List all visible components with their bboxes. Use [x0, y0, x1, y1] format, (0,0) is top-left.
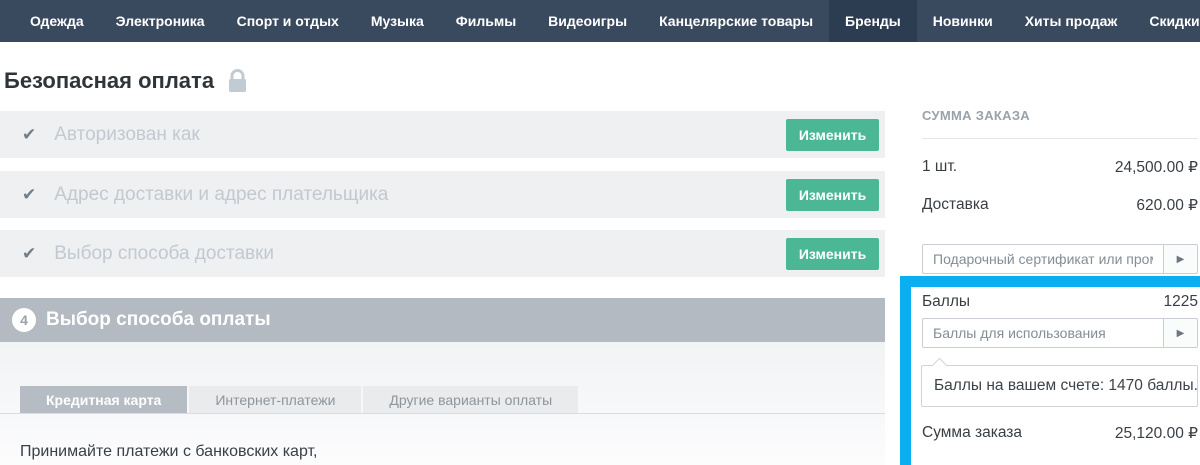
highlight-region-left-border: [900, 276, 911, 465]
lock-icon: [228, 69, 247, 93]
payment-tabs: Кредитная карта Интернет-платежи Другие …: [20, 386, 578, 413]
gift-certificate-field-group: ▶: [922, 244, 1198, 274]
current-step-header: 4 Выбор способа оплаты: [0, 298, 885, 342]
points-value: 1225: [1164, 293, 1198, 311]
edit-shipping-button[interactable]: Изменить: [786, 238, 879, 270]
nav-item-movies[interactable]: Фильмы: [440, 0, 532, 42]
summary-line-shipping: Доставка 620.00 ₽: [922, 196, 1198, 215]
points-balance-line: Баллы 1225: [922, 293, 1198, 311]
payment-info-text: Принимайте платежи с банковских карт,: [20, 443, 318, 461]
points-field-group: ▶: [922, 318, 1198, 348]
edit-address-button[interactable]: Изменить: [786, 179, 879, 211]
arrow-right-icon: ▶: [1177, 254, 1185, 265]
step-label: Адрес доставки и адрес плательщика: [54, 184, 388, 206]
order-total-line: Сумма заказа 25,120.00 ₽: [922, 424, 1198, 443]
summary-line-label: Доставка: [922, 196, 989, 215]
nav-item-sport[interactable]: Спорт и отдых: [221, 0, 355, 42]
step-label: Выбор способа доставки: [54, 243, 274, 265]
points-balance-note: Баллы на вашем счете: 1470 баллы.: [934, 377, 1198, 395]
nav-item-music[interactable]: Музыка: [355, 0, 440, 42]
completed-step-address: ✔ Адрес доставки и адрес плательщика Изм…: [0, 171, 885, 218]
points-label: Баллы: [922, 293, 970, 311]
order-total-value: 25,120.00 ₽: [1115, 424, 1198, 443]
gift-certificate-input[interactable]: [922, 244, 1163, 274]
tab-credit-card[interactable]: Кредитная карта: [20, 386, 187, 413]
check-icon: ✔: [22, 245, 36, 262]
tabs-divider: [0, 413, 885, 414]
tab-internet-payments[interactable]: Интернет-платежи: [189, 386, 361, 413]
nav-item-discounts[interactable]: Скидки: [1133, 0, 1200, 42]
step-number-badge: 4: [12, 308, 36, 332]
check-icon: ✔: [22, 186, 36, 203]
summary-line-label: 1 шт.: [922, 158, 957, 177]
summary-line-value: 620.00 ₽: [1136, 196, 1198, 215]
tab-other-payment-options[interactable]: Другие варианты оплаты: [363, 386, 578, 413]
check-icon: ✔: [22, 126, 36, 143]
nav-item-stationery[interactable]: Канцелярские товары: [643, 0, 829, 42]
nav-item-electronics[interactable]: Электроника: [100, 0, 221, 42]
order-summary-heading: СУММА ЗАКАЗА: [922, 108, 1030, 123]
nav-item-clothing[interactable]: Одежда: [14, 0, 100, 42]
nav-item-new-arrivals[interactable]: Новинки: [917, 0, 1009, 42]
edit-authorized-button[interactable]: Изменить: [786, 119, 879, 151]
highlight-region-top-border: [900, 276, 1200, 287]
points-input[interactable]: [922, 318, 1163, 348]
current-step-title: Выбор способа оплаты: [46, 309, 271, 331]
summary-line-items: 1 шт. 24,500.00 ₽: [922, 158, 1198, 177]
nav-item-bestsellers[interactable]: Хиты продаж: [1009, 0, 1134, 42]
page-title: Безопасная оплата: [4, 68, 214, 94]
nav-item-brands[interactable]: Бренды: [829, 0, 917, 42]
summary-divider: [922, 138, 1198, 139]
arrow-right-icon: ▶: [1177, 328, 1185, 339]
completed-step-shipping: ✔ Выбор способа доставки Изменить: [0, 230, 885, 277]
nav-item-videogames[interactable]: Видеоигры: [532, 0, 643, 42]
points-balance-tooltip: Баллы на вашем счете: 1470 баллы.: [921, 365, 1198, 407]
step-label: Авторизован как: [54, 124, 199, 146]
top-navigation: Одежда Электроника Спорт и отдых Музыка …: [0, 0, 1200, 42]
summary-line-value: 24,500.00 ₽: [1115, 158, 1198, 177]
order-total-label: Сумма заказа: [922, 424, 1022, 443]
points-submit-button[interactable]: ▶: [1163, 318, 1198, 348]
completed-step-authorized: ✔ Авторизован как Изменить: [0, 111, 885, 158]
gift-certificate-submit-button[interactable]: ▶: [1163, 244, 1198, 274]
tooltip-caret: [932, 357, 948, 373]
